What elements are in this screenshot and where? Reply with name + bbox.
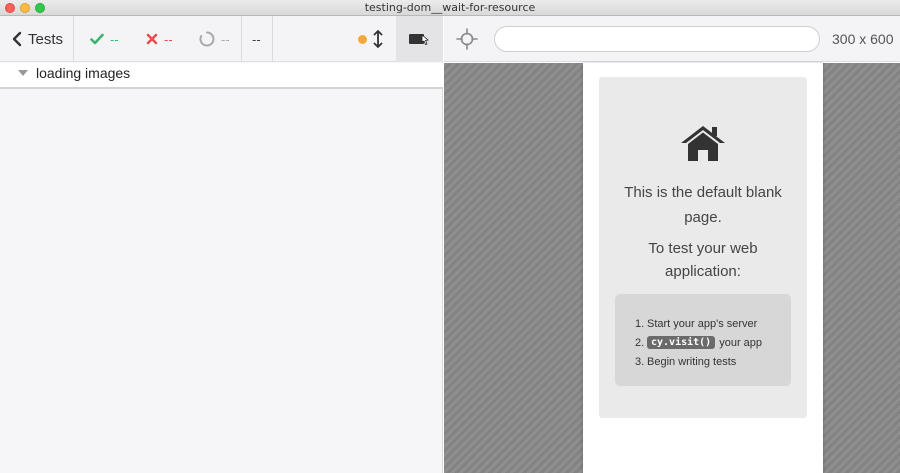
scroll-icon[interactable]: [372, 30, 384, 48]
list-item: 1. Start your app's server: [635, 317, 758, 330]
chevron-left-icon: [12, 31, 22, 47]
steps-list: 1. Start your app's server 2. cy.visit()…: [615, 294, 791, 386]
duration: --: [252, 31, 261, 47]
duration-separator: [272, 16, 273, 62]
failed-count: --: [164, 31, 173, 47]
window-title: testing-dom__wait-for-resource: [364, 1, 536, 14]
stop-icon: [408, 34, 429, 45]
reporter-header: Tests -- -- -- --: [0, 16, 443, 62]
stats-separator: [241, 16, 242, 62]
reporter-panel: Tests -- -- -- -- loading images: [0, 16, 443, 473]
blank-page-line2: To test your web application:: [648, 240, 758, 280]
list-item: 2. cy.visit() your app: [635, 336, 763, 349]
running-status-dot: [358, 35, 367, 44]
caret-down-icon: [18, 70, 28, 76]
failed-stat: --: [146, 16, 173, 62]
viewport-size: 300 x 600: [832, 31, 894, 47]
runnable-suite[interactable]: loading images: [0, 63, 443, 89]
aut-header: 300 x 600: [444, 16, 900, 62]
x-icon: [146, 33, 158, 45]
runnable-title: loading images: [36, 65, 131, 81]
pending-stat: --: [199, 16, 230, 62]
check-icon: [90, 33, 104, 45]
pending-count: --: [221, 31, 230, 47]
list-item: 3. Begin writing tests: [635, 355, 737, 368]
passed-stat: --: [90, 16, 119, 62]
window-titlebar: testing-dom__wait-for-resource: [0, 0, 900, 16]
tests-back-button[interactable]: Tests: [0, 16, 74, 62]
blank-page-card: This is the default blank page. To test …: [599, 77, 807, 418]
passed-count: --: [110, 31, 119, 47]
tests-label: Tests: [28, 30, 64, 48]
blank-page-line1: This is the default blank page.: [624, 184, 782, 226]
aut-iframe[interactable]: This is the default blank page. To test …: [583, 63, 823, 473]
spinner-icon: [199, 31, 215, 47]
aut-stage: This is the default blank page. To test …: [444, 63, 900, 473]
url-input[interactable]: [494, 26, 820, 52]
code-snippet: cy.visit(): [647, 336, 716, 349]
crosshair-icon[interactable]: [456, 28, 478, 50]
home-icon: [681, 126, 725, 161]
stop-button[interactable]: [396, 16, 443, 62]
